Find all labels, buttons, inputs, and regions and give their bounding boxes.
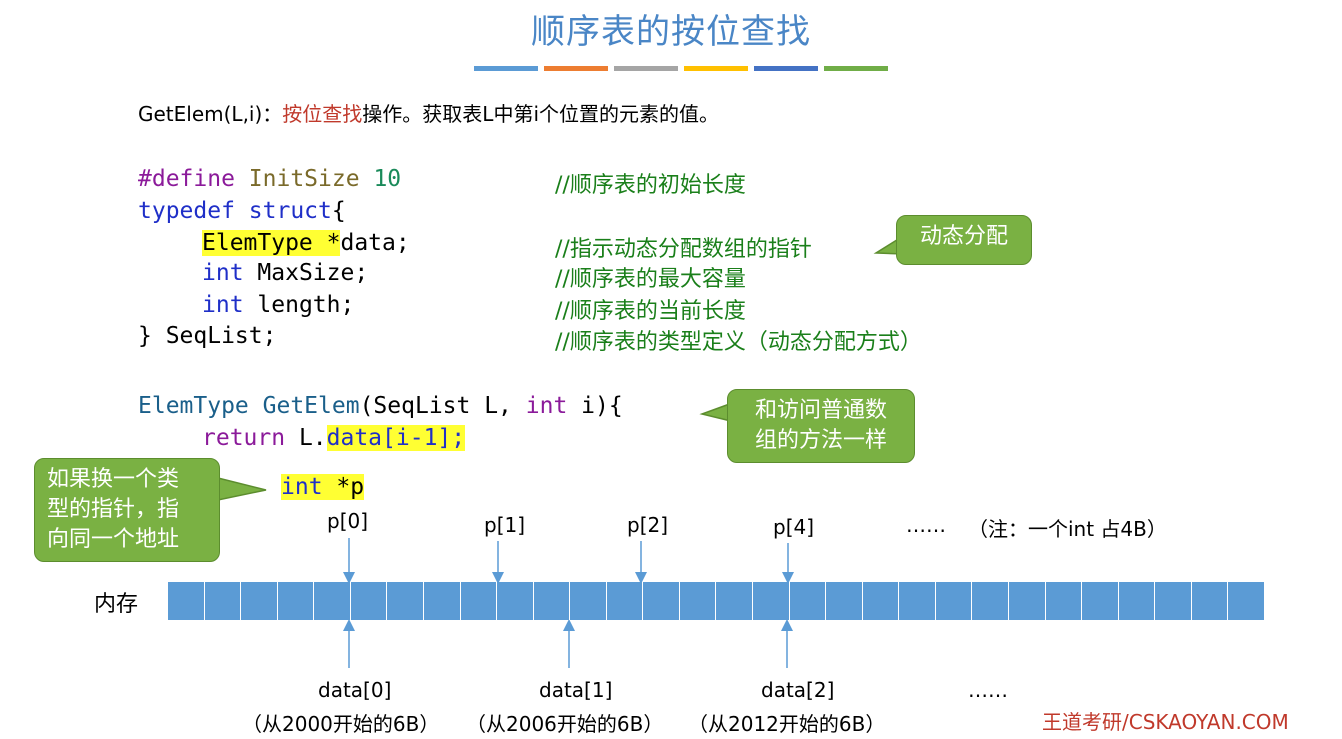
memory-cell bbox=[1008, 582, 1046, 620]
memory-cell bbox=[862, 582, 900, 620]
memory-cell bbox=[204, 582, 242, 620]
data-address-note: （从2006开始的6B） bbox=[466, 712, 664, 736]
data-address-note: （从2012开始的6B） bbox=[688, 712, 886, 736]
data-label: data[0] bbox=[318, 678, 392, 702]
memory-label: 内存 bbox=[94, 592, 139, 617]
data-label: data[1] bbox=[539, 678, 613, 702]
memory-cell bbox=[168, 582, 205, 620]
memory-cell bbox=[679, 582, 717, 620]
memory-cell bbox=[277, 582, 315, 620]
memory-cell bbox=[1228, 582, 1264, 620]
memory-cell bbox=[533, 582, 571, 620]
memory-cell bbox=[387, 582, 424, 620]
memory-cell bbox=[643, 582, 680, 620]
memory-cell bbox=[314, 582, 351, 620]
data-label: data[2] bbox=[761, 678, 835, 702]
memory-cell bbox=[423, 582, 461, 620]
memory-cell bbox=[826, 582, 863, 620]
data-address-note: （从2000开始的6B） bbox=[242, 712, 440, 736]
memory-cell bbox=[1045, 582, 1083, 620]
memory-cell bbox=[899, 582, 936, 620]
memory-cell bbox=[1118, 582, 1156, 620]
memory-cell bbox=[1082, 582, 1119, 620]
memory-cell bbox=[935, 582, 973, 620]
watermark: 王道考研/CSKAOYAN.COM bbox=[1042, 710, 1289, 734]
data-ellipsis: …… bbox=[968, 678, 1008, 702]
memory-cell bbox=[1191, 582, 1229, 620]
memory-cell bbox=[241, 582, 278, 620]
memory-cell bbox=[350, 582, 388, 620]
memory-arrows bbox=[343, 538, 794, 668]
memory-cell bbox=[716, 582, 753, 620]
memory-cells bbox=[168, 582, 1264, 620]
memory-cell bbox=[570, 582, 607, 620]
memory-cell bbox=[972, 582, 1009, 620]
memory-cell bbox=[753, 582, 790, 620]
memory-cell bbox=[460, 582, 498, 620]
memory-cell bbox=[789, 582, 827, 620]
memory-cell bbox=[606, 582, 644, 620]
memory-cell bbox=[497, 582, 534, 620]
memory-cell bbox=[1155, 582, 1192, 620]
